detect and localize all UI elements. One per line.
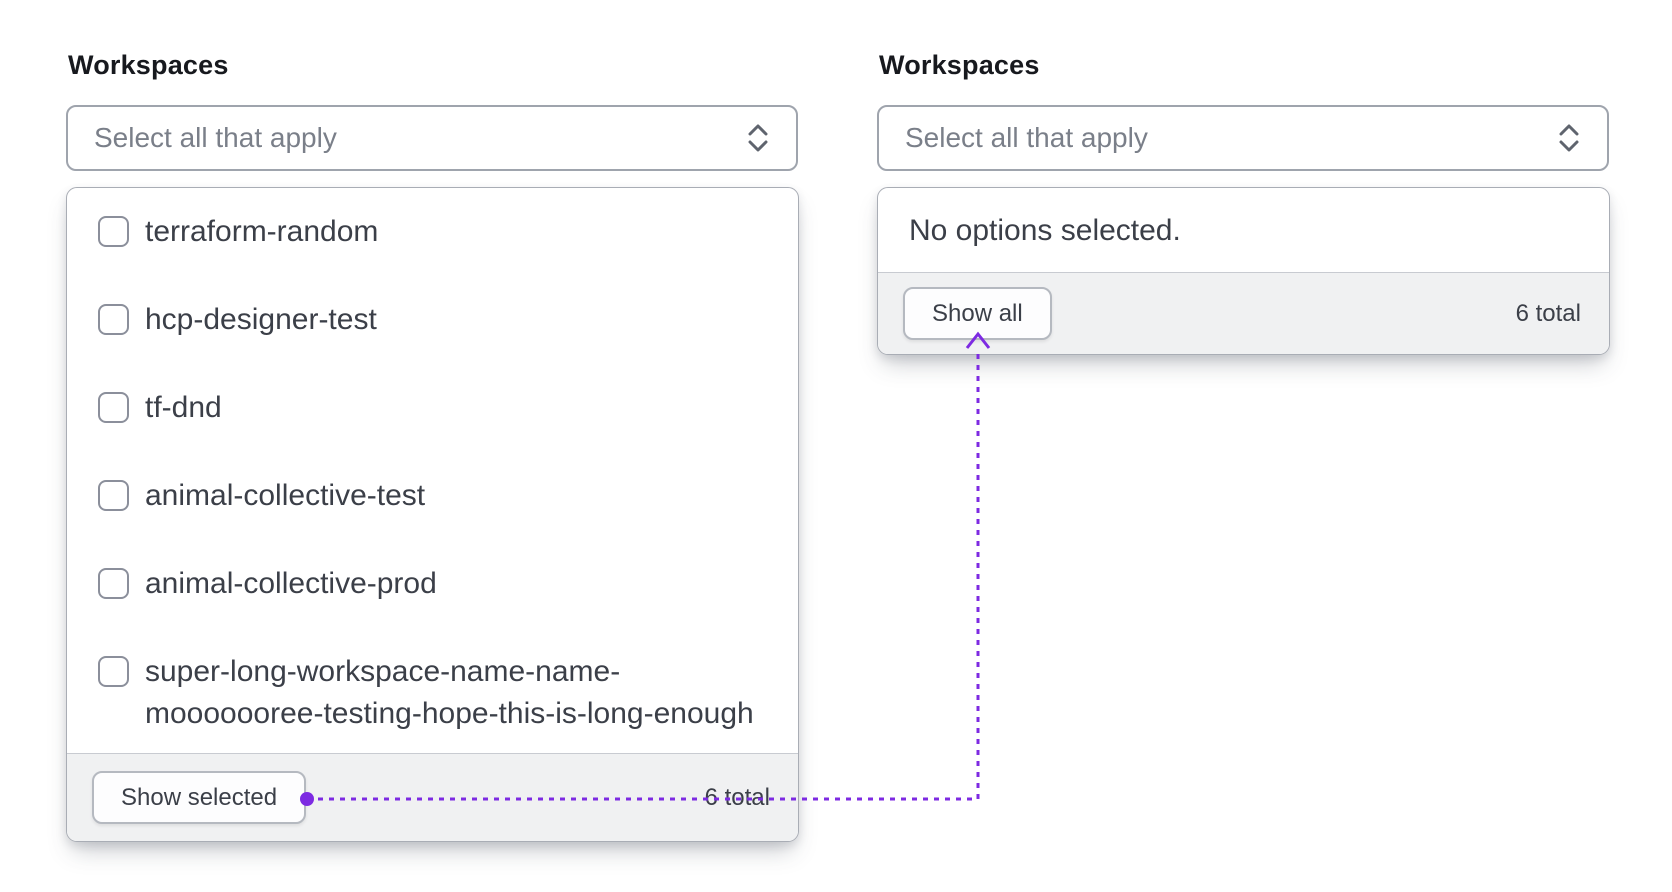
option-row[interactable]: super-long-workspace-name-name-moooooore…	[67, 628, 798, 756]
option-label: animal-collective-prod	[145, 567, 437, 600]
checkbox[interactable]	[98, 304, 129, 335]
show-selected-button[interactable]: Show selected	[92, 771, 307, 824]
select-placeholder: Select all that apply	[905, 122, 1148, 153]
option-row[interactable]: animal-collective-test	[67, 452, 798, 540]
option-label: hcp-designer-test	[145, 303, 377, 336]
workspaces-select-left[interactable]: Select all that apply	[66, 105, 798, 171]
caret-updown-icon	[1557, 122, 1581, 154]
selected-options-panel: No options selected. Show all 6 total	[877, 187, 1610, 355]
total-count: 6 total	[1515, 299, 1581, 327]
checkbox[interactable]	[98, 216, 129, 247]
show-all-button[interactable]: Show all	[903, 287, 1052, 340]
panel-footer: Show all 6 total	[878, 272, 1609, 354]
options-list: terraform-random hcp-designer-test tf-dn…	[67, 188, 798, 756]
workspaces-label-left: Workspaces	[68, 50, 229, 80]
checkbox[interactable]	[98, 480, 129, 511]
select-placeholder: Select all that apply	[94, 122, 337, 153]
checkbox[interactable]	[98, 656, 129, 687]
no-options-message: No options selected.	[909, 214, 1181, 247]
caret-updown-icon	[746, 122, 770, 154]
total-count: 6 total	[704, 783, 770, 811]
option-label: terraform-random	[145, 215, 379, 248]
workspaces-select-right[interactable]: Select all that apply	[877, 105, 1609, 171]
option-row[interactable]: hcp-designer-test	[67, 276, 798, 364]
option-row[interactable]: terraform-random	[67, 188, 798, 276]
checkbox[interactable]	[98, 392, 129, 423]
option-row[interactable]: animal-collective-prod	[67, 540, 798, 628]
option-row[interactable]: tf-dnd	[67, 364, 798, 452]
workspaces-label-right: Workspaces	[879, 50, 1040, 80]
option-label: tf-dnd	[145, 391, 222, 424]
option-label: super-long-workspace-name-name-moooooore…	[145, 655, 754, 730]
dropdown-footer: Show selected 6 total	[67, 753, 798, 841]
options-dropdown-panel: terraform-random hcp-designer-test tf-dn…	[66, 187, 799, 842]
option-label: animal-collective-test	[145, 479, 426, 512]
checkbox[interactable]	[98, 568, 129, 599]
